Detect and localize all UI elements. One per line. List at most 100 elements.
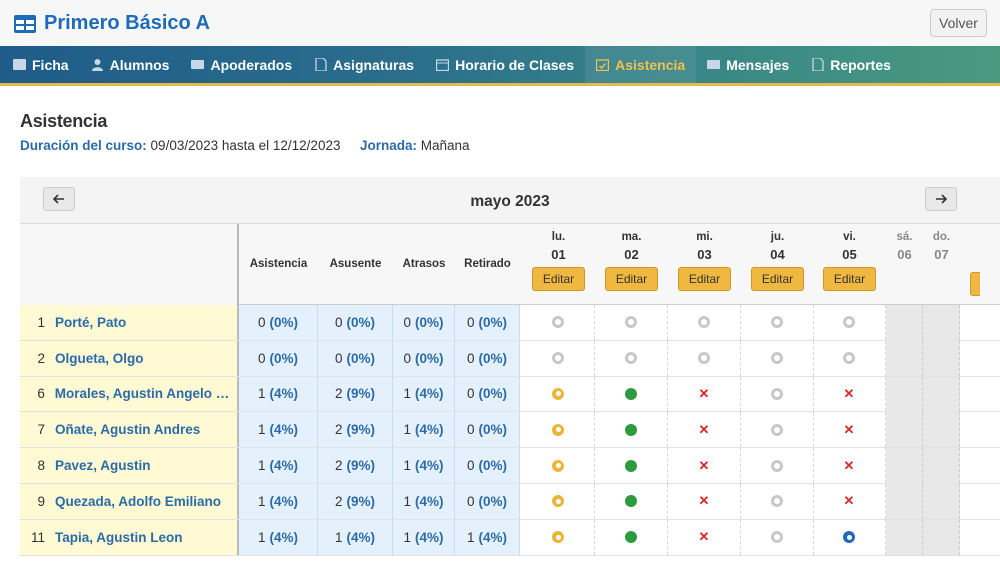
attendance-cell[interactable] [595, 448, 668, 483]
edit-day-button[interactable]: Editar [823, 267, 876, 291]
weekend-cell [923, 483, 960, 519]
attendance-cell[interactable] [522, 376, 595, 412]
attendance-cell[interactable] [595, 340, 668, 376]
tab-asignaturas[interactable]: Asignaturas [303, 46, 425, 83]
student-name-link[interactable]: Pavez, Agustin [55, 458, 151, 473]
student-name-link[interactable]: Morales, Agustin Angelo M... [55, 386, 237, 401]
attendance-cell[interactable] [522, 305, 595, 340]
stat-count: 1 [257, 386, 266, 402]
attendance-cell[interactable]: ✕ [668, 448, 741, 483]
unset-mark-icon [698, 316, 710, 329]
stat-cell: 0 (0%) [393, 305, 455, 340]
attendance-cell[interactable] [741, 305, 814, 340]
stat-percent: (4%) [415, 458, 444, 474]
stat-count: 0 [466, 422, 475, 438]
attendance-cell[interactable] [522, 519, 595, 555]
stat-count: 0 [466, 386, 475, 402]
student-name-link[interactable]: Tapia, Agustin Leon [55, 530, 183, 545]
attendance-cell[interactable]: ✕ [668, 519, 741, 555]
stat-percent: (9%) [346, 422, 376, 438]
back-button[interactable]: Volver [930, 9, 987, 37]
attendance-cell[interactable] [741, 412, 814, 448]
calendar-check-icon [596, 59, 610, 71]
stat-count: 0 [466, 458, 475, 474]
present-mark-icon [625, 459, 637, 472]
student-cell: 6 Morales, Agustin Angelo M... [20, 376, 239, 412]
edit-day-button[interactable]: Editar [678, 267, 731, 291]
attendance-cell[interactable] [595, 305, 668, 340]
absent-mark-icon: ✕ [698, 421, 710, 437]
duration-value: 09/03/2023 hasta el 12/12/2023 [150, 138, 341, 153]
attendance-cell[interactable] [668, 305, 741, 340]
shift-value: Mañana [420, 138, 470, 153]
stat-count: 1 [257, 422, 266, 438]
tab-reportes[interactable]: Reportes [800, 46, 902, 83]
tab-horario-de-clases[interactable]: Horario de Clases [425, 46, 585, 83]
attendance-cell[interactable]: ✕ [668, 376, 741, 412]
attendance-cell[interactable] [813, 519, 886, 555]
stat-cell: 1 (4%) [239, 448, 318, 483]
attendance-cell[interactable] [741, 340, 814, 376]
attendance-cell[interactable] [522, 412, 595, 448]
tab-mensajes[interactable]: Mensajes [696, 46, 800, 83]
attendance-cell[interactable] [741, 448, 814, 483]
attendance-cell[interactable] [595, 519, 668, 555]
attendance-cell[interactable]: ✕ [668, 483, 741, 519]
tab-asistencia[interactable]: Asistencia [585, 46, 697, 83]
stat-cell: 1 (4%) [239, 483, 318, 519]
attendance-cell[interactable]: ✕ [813, 483, 886, 519]
stat-cell: 1 (4%) [393, 519, 455, 555]
attendance-cell[interactable]: ✕ [813, 448, 886, 483]
attendance-cell[interactable] [595, 376, 668, 412]
late-mark-icon [552, 423, 564, 436]
student-name-link[interactable]: Olgueta, Olgo [55, 351, 144, 366]
table-row: 9 Quezada, Adolfo Emiliano 1 (4%) 2 (9%) 1 (4%)… [20, 483, 1000, 520]
tab-apoderados[interactable]: Apoderados [180, 46, 303, 83]
attendance-cell[interactable] [741, 519, 814, 555]
file-icon [315, 58, 327, 71]
absent-mark-icon: ✕ [843, 493, 855, 509]
unset-mark-icon [552, 352, 564, 365]
attendance-cell[interactable]: ✕ [813, 376, 886, 412]
attendance-cell[interactable] [595, 412, 668, 448]
absent-mark-icon: ✕ [698, 385, 710, 401]
attendance-cell[interactable] [741, 483, 814, 519]
absent-mark-icon: ✕ [698, 457, 710, 473]
attendance-cell[interactable] [522, 483, 595, 519]
attendance-cell[interactable] [741, 376, 814, 412]
tab-ficha[interactable]: Ficha [2, 46, 80, 83]
student-name-link[interactable]: Oñate, Agustin Andres [55, 422, 200, 437]
unset-mark-icon [843, 316, 855, 329]
attendance-cell[interactable] [668, 340, 741, 376]
weekend-cell [886, 519, 923, 555]
student-name-link[interactable]: Porté, Pato [55, 315, 126, 330]
present-mark-icon [625, 387, 637, 400]
stat-column-header: Retirado [464, 258, 511, 270]
attendance-cell[interactable] [813, 340, 886, 376]
stat-count: 0 [257, 350, 266, 366]
stat-percent: (4%) [269, 422, 299, 438]
edit-day-button[interactable]: Editar [532, 267, 585, 291]
stat-cell: 0 (0%) [239, 340, 318, 376]
edit-button-partial[interactable] [970, 272, 980, 296]
attendance-cell[interactable] [595, 483, 668, 519]
attendance-cell[interactable] [522, 448, 595, 483]
student-name-link[interactable]: Quezada, Adolfo Emiliano [55, 494, 221, 509]
attendance-cell[interactable]: ✕ [668, 412, 741, 448]
edit-day-button[interactable]: Editar [751, 267, 804, 291]
stat-percent: (9%) [346, 386, 376, 402]
next-month-button[interactable] [925, 187, 957, 211]
tab-alumnos[interactable]: Alumnos [80, 46, 181, 83]
attendance-cell[interactable] [813, 305, 886, 340]
attendance-cell[interactable] [522, 340, 595, 376]
arrow-right-icon [936, 194, 947, 204]
weekend-cell [886, 305, 923, 340]
student-index: 2 [37, 350, 45, 366]
weekend-cell [923, 340, 960, 376]
edit-day-button[interactable]: Editar [605, 267, 658, 291]
attendance-cell[interactable]: ✕ [813, 412, 886, 448]
stat-cell: 0 (0%) [318, 305, 393, 340]
stat-percent: (4%) [269, 386, 299, 402]
day-header: mi. 03 Editar [668, 231, 741, 291]
stat-count: 1 [403, 422, 411, 438]
